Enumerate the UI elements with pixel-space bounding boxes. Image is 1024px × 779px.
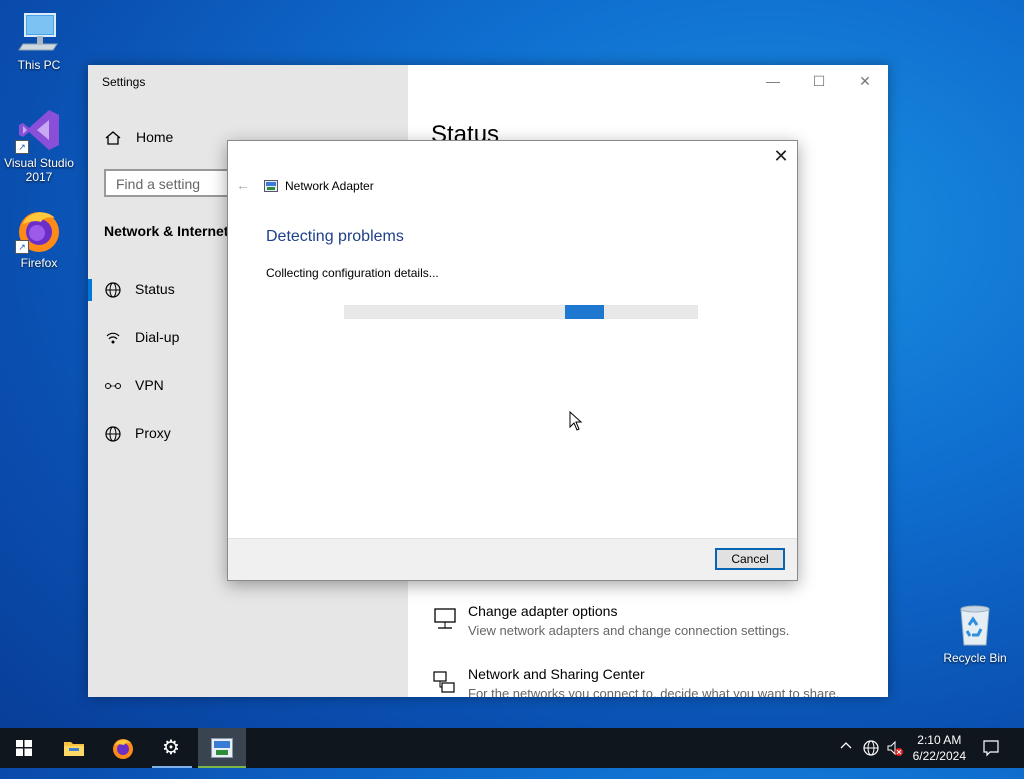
taskbar: ⚙ 2:10 AM 6/22/2024 [0, 728, 1024, 768]
search-placeholder: Find a setting [116, 176, 201, 192]
system-clock[interactable]: 2:10 AM 6/22/2024 [913, 732, 966, 764]
desktop-icon-label: Recycle Bin [943, 651, 1007, 665]
network-adapter-taskbar-button[interactable] [198, 728, 246, 768]
desktop-icon-this-pc[interactable]: This PC [1, 8, 77, 72]
network-globe-icon[interactable] [862, 739, 880, 779]
dialog-close-button[interactable]: ✕ [771, 147, 791, 167]
firefox-icon [112, 737, 134, 764]
file-explorer-button[interactable] [50, 728, 98, 768]
firefox-icon: ↗ [15, 206, 63, 254]
mouse-cursor-icon [569, 410, 583, 436]
link-title: Change adapter options [468, 603, 618, 619]
sharing-center-icon [432, 669, 458, 695]
visual-studio-icon: ↗ [15, 106, 63, 154]
sidebar-item-label: Proxy [135, 425, 171, 441]
dialog-app-title: Network Adapter [285, 179, 374, 193]
cancel-button[interactable]: Cancel [715, 548, 785, 570]
action-center-icon[interactable] [982, 739, 1000, 779]
network-troubleshooter-icon [264, 179, 278, 192]
clock-time: 2:10 AM [917, 733, 962, 747]
dialog-heading: Detecting problems [266, 228, 404, 245]
vpn-icon [104, 377, 122, 395]
desktop-icon-recycle-bin[interactable]: Recycle Bin [937, 601, 1013, 665]
sidebar-item-label: Home [136, 129, 174, 145]
chevron-up-icon[interactable] [840, 739, 852, 779]
dialog-footer: Cancel [228, 538, 797, 580]
desktop-icon-label: Firefox [20, 256, 58, 270]
window-title: Settings [102, 75, 146, 89]
folder-icon [63, 738, 85, 763]
globe-icon [104, 425, 122, 443]
section-heading: Network & Internet [104, 223, 229, 239]
desktop-icon-label: This PC [17, 58, 61, 72]
shortcut-arrow-icon: ↗ [15, 240, 29, 254]
troubleshooter-dialog: ✕ ← Network Adapter Detecting problems C… [227, 140, 798, 581]
recycle-bin-icon [951, 601, 999, 649]
gear-icon: ⚙ [162, 737, 180, 759]
dialup-icon [104, 329, 122, 347]
windows-logo-icon [16, 740, 32, 761]
link-description: For the networks you connect to, decide … [468, 686, 840, 697]
desktop-icon-firefox[interactable]: ↗ Firefox [1, 206, 77, 270]
link-description: View network adapters and change connect… [468, 623, 790, 638]
start-button[interactable] [0, 728, 48, 768]
sidebar-item-label: VPN [135, 377, 164, 393]
network-troubleshooter-icon [211, 738, 233, 763]
adapter-icon [432, 606, 458, 632]
globe-status-icon [104, 281, 122, 299]
link-title: Network and Sharing Center [468, 666, 645, 682]
back-button[interactable]: ← [236, 177, 250, 193]
volume-muted-icon[interactable] [886, 739, 904, 779]
desktop-icon-label: Visual Studio 2017 [4, 156, 74, 184]
this-pc-icon [15, 8, 63, 56]
sidebar-item-label: Status [135, 281, 175, 297]
minimize-button[interactable]: — [750, 71, 796, 91]
progress-indicator [565, 305, 604, 319]
home-icon [104, 129, 122, 147]
close-window-button[interactable]: ✕ [842, 71, 888, 91]
dialog-status-text: Collecting configuration details... [266, 266, 439, 280]
clock-date: 6/22/2024 [912, 749, 966, 763]
sidebar-item-label: Dial-up [135, 329, 180, 345]
settings-taskbar-button[interactable]: ⚙ [148, 728, 196, 768]
firefox-taskbar-button[interactable] [99, 728, 147, 768]
maximize-button[interactable]: ☐ [796, 71, 842, 91]
progress-bar [344, 305, 698, 319]
desktop-icon-visual-studio[interactable]: ↗ Visual Studio 2017 [1, 106, 77, 184]
shortcut-arrow-icon: ↗ [15, 140, 29, 154]
